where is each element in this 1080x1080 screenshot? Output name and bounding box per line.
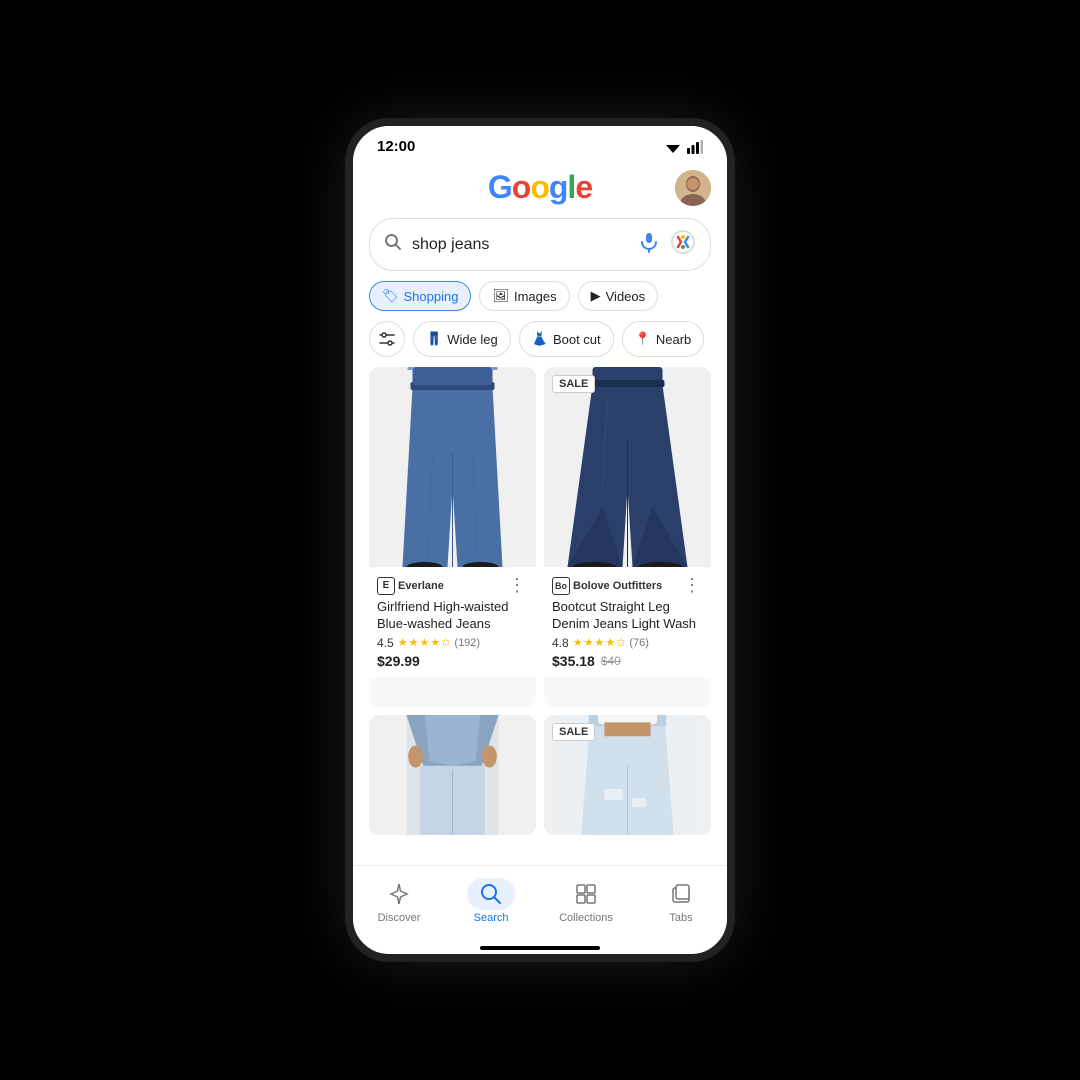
tab-images[interactable]: 🖼 Images: [479, 281, 569, 311]
stars-1: ★★★★✩: [398, 636, 451, 649]
shopping-icon: 🏷: [382, 288, 399, 304]
product-info-1: E Everlane ⋮ Girlfriend High-waisted Blu…: [369, 567, 536, 677]
search-nav-icon: [467, 878, 515, 910]
header: Google: [353, 161, 727, 212]
filter-wide-leg-label: Wide leg: [447, 332, 498, 347]
review-count-1: (192): [454, 637, 480, 649]
brand-row-2: Bo Bolove Outfitters ⋮: [552, 575, 703, 596]
filter-boot-cut[interactable]: 👗 Boot cut: [519, 321, 614, 357]
bottom-nav: Discover Search Collections: [353, 865, 727, 940]
brand-row-1: E Everlane ⋮: [377, 575, 528, 596]
rating-num-1: 4.5: [377, 636, 394, 650]
discover-icon: [375, 878, 423, 910]
microphone-icon[interactable]: [638, 231, 660, 259]
nav-tabs-label: Tabs: [669, 912, 692, 924]
search-bar[interactable]: shop jeans: [369, 218, 711, 271]
price-1: $29.99: [377, 653, 420, 669]
product-card-3[interactable]: [369, 715, 536, 835]
product-image-3: [369, 715, 536, 835]
google-logo: Google: [488, 169, 592, 206]
phone-frame: 12:00 Google: [345, 118, 735, 962]
search-icon: [384, 233, 402, 256]
collections-icon: [562, 878, 610, 910]
stars-2: ★★★★✩: [573, 636, 626, 649]
brand-name-1: Everlane: [398, 580, 444, 592]
nav-discover[interactable]: Discover: [359, 874, 439, 928]
filter-boot-cut-label: Boot cut: [553, 332, 601, 347]
product-card-1[interactable]: E Everlane ⋮ Girlfriend High-waisted Blu…: [369, 367, 536, 707]
filters-row: 👖 Wide leg 👗 Boot cut 📍 Nearb: [353, 321, 727, 367]
boot-cut-icon: 👗: [532, 331, 548, 347]
search-tabs-row: 🏷 Shopping 🖼 Images ▶ Videos: [353, 281, 727, 321]
product-card-2[interactable]: SALE: [544, 367, 711, 707]
filter-nearby[interactable]: 📍 Nearb: [622, 321, 705, 357]
nav-search-label: Search: [474, 912, 509, 924]
price-2: $35.18: [552, 653, 595, 669]
tab-videos-label: Videos: [606, 289, 646, 304]
tab-shopping-label: Shopping: [404, 289, 459, 304]
tab-shopping[interactable]: 🏷 Shopping: [369, 281, 471, 311]
brand-logo-1: E Everlane: [377, 577, 444, 595]
filter-nearby-label: Nearb: [656, 332, 691, 347]
brand-name-2: Bolove Outfitters: [573, 580, 662, 592]
price-row-2: $35.18 $40: [552, 653, 703, 669]
status-icons: [664, 140, 703, 154]
nav-tabs[interactable]: Tabs: [641, 874, 721, 928]
rating-row-1: 4.5 ★★★★✩ (192): [377, 636, 528, 650]
original-price-2: $40: [601, 654, 621, 668]
product-name-2: Bootcut Straight Leg Denim Jeans Light W…: [552, 599, 703, 633]
content-area: Google shop: [353, 161, 727, 865]
signal-icon: [687, 140, 703, 154]
rating-num-2: 4.8: [552, 636, 569, 650]
product-image-4: SALE: [544, 715, 711, 835]
status-time: 12:00: [377, 138, 415, 155]
review-count-2: (76): [629, 637, 649, 649]
product-image-2: SALE: [544, 367, 711, 567]
images-icon: 🖼: [492, 288, 509, 304]
avatar[interactable]: [675, 170, 711, 206]
videos-icon: ▶: [591, 288, 601, 304]
rating-row-2: 4.8 ★★★★✩ (76): [552, 636, 703, 650]
price-row-1: $29.99: [377, 653, 528, 669]
nav-collections[interactable]: Collections: [543, 874, 629, 928]
nav-collections-label: Collections: [559, 912, 613, 924]
brand-logo-2: Bo Bolove Outfitters: [552, 577, 662, 595]
tab-images-label: Images: [514, 289, 557, 304]
wifi-icon: [664, 140, 682, 154]
nav-discover-label: Discover: [378, 912, 421, 924]
product-info-2: Bo Bolove Outfitters ⋮ Bootcut Straight …: [544, 567, 711, 677]
product-image-1: [369, 367, 536, 567]
product-name-1: Girlfriend High-waisted Blue-washed Jean…: [377, 599, 528, 633]
search-query: shop jeans: [412, 236, 628, 254]
filter-wide-leg[interactable]: 👖 Wide leg: [413, 321, 511, 357]
sale-badge-4: SALE: [552, 723, 595, 741]
more-button-2[interactable]: ⋮: [681, 575, 703, 596]
nav-search[interactable]: Search: [451, 874, 531, 928]
products-grid: E Everlane ⋮ Girlfriend High-waisted Blu…: [353, 367, 727, 865]
brand-icon-1: E: [377, 577, 395, 595]
home-indicator: [480, 946, 600, 950]
sale-badge-2: SALE: [552, 375, 595, 393]
wide-leg-icon: 👖: [426, 331, 442, 347]
tabs-icon: [657, 878, 705, 910]
nearby-icon: 📍: [635, 331, 651, 347]
product-card-4[interactable]: SALE: [544, 715, 711, 835]
lens-icon[interactable]: [670, 229, 696, 260]
more-button-1[interactable]: ⋮: [506, 575, 528, 596]
filter-settings-button[interactable]: [369, 321, 405, 357]
tab-videos[interactable]: ▶ Videos: [578, 281, 659, 311]
brand-icon-2: Bo: [552, 577, 570, 595]
status-bar: 12:00: [353, 126, 727, 161]
